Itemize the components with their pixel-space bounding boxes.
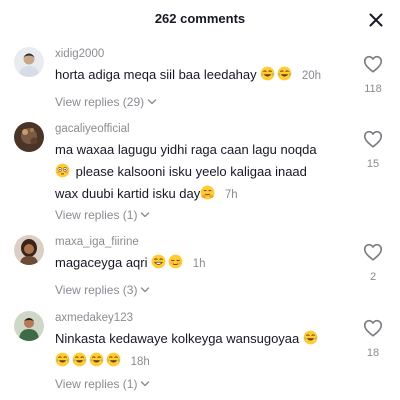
- flushed-emoji-icon: [55, 163, 70, 178]
- view-replies-label: View replies (1): [55, 208, 138, 222]
- comment-username[interactable]: xidig2000: [55, 48, 104, 60]
- view-replies-button[interactable]: View replies (29): [55, 95, 157, 109]
- relieved-emoji-icon: [168, 254, 183, 269]
- avatar[interactable]: [14, 122, 44, 152]
- comment-text: magaceyga aqri 1h: [55, 252, 345, 275]
- heart-icon: [362, 317, 384, 339]
- like-count: 118: [364, 83, 382, 95]
- view-replies-label: View replies (29): [55, 95, 145, 109]
- comment-body: horta adiga meqa siil baa leedahay: [55, 67, 257, 82]
- view-replies-button[interactable]: View replies (3): [55, 283, 150, 297]
- laughing-tears-emoji-icon: [303, 330, 318, 345]
- comment-text: Ninkasta kedawaye kolkeyga wansugoyaa 18…: [55, 328, 345, 373]
- comment-timestamp: 7h: [224, 189, 238, 201]
- like-count: 15: [366, 158, 380, 170]
- like-button[interactable]: 118: [360, 53, 386, 95]
- chevron-down-icon: [140, 285, 150, 295]
- laughing-tears-emoji-icon: [89, 352, 104, 367]
- view-replies-button[interactable]: View replies (1): [55, 208, 150, 222]
- chevron-down-icon: [140, 210, 150, 220]
- comments-header: 262 comments: [0, 0, 400, 40]
- like-button[interactable]: 15: [360, 128, 386, 170]
- comment-text: ma waxaa lagugu yidhi raga caan lagu noq…: [55, 139, 345, 206]
- hugging-emoji-icon: [200, 185, 215, 200]
- heart-icon: [362, 128, 384, 150]
- view-replies-label: View replies (1): [55, 377, 138, 391]
- laughing-tears-emoji-icon: [72, 352, 87, 367]
- avatar[interactable]: [14, 235, 44, 265]
- close-icon[interactable]: [366, 10, 386, 30]
- chevron-down-icon: [147, 97, 157, 107]
- view-replies-label: View replies (3): [55, 283, 138, 297]
- comment-body-line: ma waxaa lagugu yidhi raga caan lagu noq…: [55, 142, 317, 157]
- laughing-tears-emoji-icon: [106, 352, 121, 367]
- comment-body: magaceyga aqri: [55, 255, 148, 270]
- heart-icon: [362, 241, 384, 263]
- avatar[interactable]: [14, 47, 44, 77]
- laughing-tears-emoji-icon: [277, 66, 292, 81]
- laughing-tears-emoji-icon: [55, 352, 70, 367]
- comment-username[interactable]: axmedakey123: [55, 312, 133, 324]
- like-count: 2: [369, 271, 377, 283]
- comment-username[interactable]: gacaliyeofficial: [55, 123, 130, 135]
- chevron-down-icon: [140, 379, 150, 389]
- view-replies-button[interactable]: View replies (1): [55, 377, 150, 391]
- comment-username[interactable]: maxa_iga_fiirine: [55, 236, 139, 248]
- like-count: 18: [366, 347, 380, 359]
- heart-icon: [362, 53, 384, 75]
- comments-count-title: 262 comments: [154, 11, 246, 26]
- comment-timestamp: 20h: [301, 70, 322, 82]
- comment-timestamp: 18h: [130, 356, 150, 368]
- comment-body: Ninkasta kedawaye kolkeyga wansugoyaa: [55, 331, 300, 346]
- laughing-tears-emoji-icon: [260, 66, 275, 81]
- grinning-emoji-icon: [151, 254, 166, 269]
- comment-timestamp: 1h: [192, 258, 206, 270]
- comment-body-line: please kalsooni isku yeelo kaligaa inaad: [75, 164, 307, 179]
- like-button[interactable]: 18: [360, 317, 386, 359]
- comment-text: horta adiga meqa siil baa leedahay 20h: [55, 64, 345, 87]
- avatar[interactable]: [14, 311, 44, 341]
- comment-body-line: wax duubi kartid isku day: [55, 186, 201, 201]
- like-button[interactable]: 2: [360, 241, 386, 283]
